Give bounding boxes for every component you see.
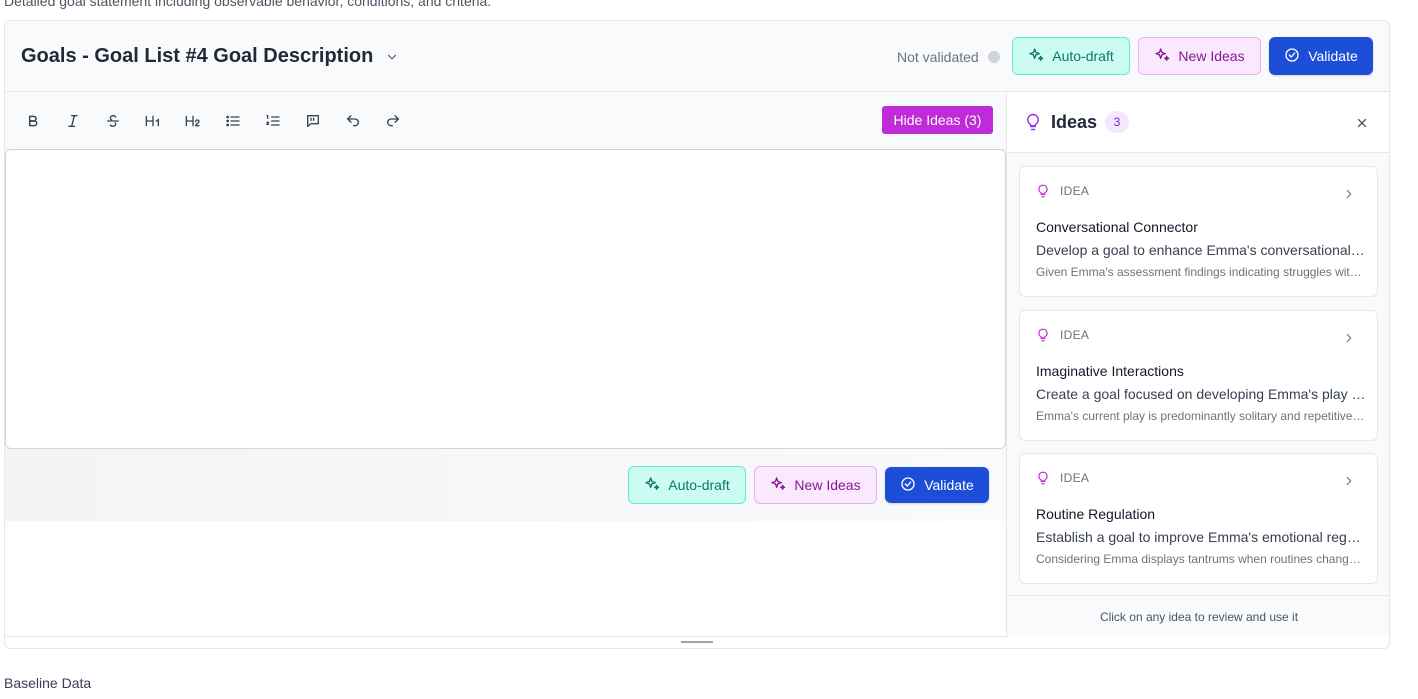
idea-tag: IDEA <box>1060 184 1090 198</box>
check-circle-icon <box>1284 47 1300 66</box>
sparkles-icon <box>1154 47 1170 66</box>
lightbulb-icon <box>1024 112 1042 137</box>
status-dot <box>988 51 1000 63</box>
idea-tag: IDEA <box>1060 471 1090 485</box>
bold-icon[interactable] <box>21 109 45 133</box>
idea-description: Create a goal focused on developing Emma… <box>1036 386 1366 402</box>
undo-icon[interactable] <box>341 109 365 133</box>
lightbulb-icon <box>1036 183 1050 204</box>
resize-handle[interactable] <box>681 641 713 643</box>
new-ideas-label: New Ideas <box>794 477 861 493</box>
goal-description-card: Goals - Goal List #4 Goal Description No… <box>4 20 1390 649</box>
ideas-panel-header: Ideas 3 <box>1007 92 1389 153</box>
auto-draft-label: Auto-draft <box>668 477 730 493</box>
ideas-count-badge: 3 <box>1105 111 1129 133</box>
sparkles-icon <box>770 476 786 495</box>
page-title: Goals - Goal List #4 Goal Description <box>21 45 374 67</box>
footer-new-ideas-button[interactable]: New Ideas <box>754 466 877 504</box>
auto-draft-button[interactable]: Auto-draft <box>1012 37 1130 75</box>
lightbulb-icon <box>1036 470 1050 491</box>
idea-title: Conversational Connector <box>1036 219 1198 235</box>
idea-title: Imaginative Interactions <box>1036 363 1184 379</box>
idea-title: Routine Regulation <box>1036 506 1156 522</box>
auto-draft-label: Auto-draft <box>1052 48 1114 64</box>
ideas-panel: Ideas 3 IDEA Conversational Connector De… <box>1006 92 1389 637</box>
section-label-baseline-data: Baseline Data <box>4 675 92 691</box>
validate-button[interactable]: Validate <box>1269 37 1373 75</box>
comment-icon[interactable] <box>301 109 325 133</box>
heading-2-icon[interactable] <box>181 109 205 133</box>
chevron-right-icon[interactable] <box>1342 331 1356 350</box>
idea-card[interactable]: IDEA Conversational Connector Develop a … <box>1019 166 1378 297</box>
strikethrough-icon[interactable] <box>101 109 125 133</box>
chevron-down-icon[interactable] <box>383 48 401 66</box>
rich-text-editor[interactable] <box>5 149 1006 449</box>
heading-1-icon[interactable] <box>141 109 165 133</box>
footer-validate-button[interactable]: Validate <box>885 467 989 503</box>
numbered-list-icon[interactable] <box>261 109 285 133</box>
sparkles-icon <box>1028 47 1044 66</box>
hide-ideas-button[interactable]: Hide Ideas (3) <box>882 106 993 134</box>
validation-status: Not validated <box>897 49 979 65</box>
field-description: Detailed goal statement including observ… <box>4 0 492 9</box>
new-ideas-label: New Ideas <box>1178 48 1245 64</box>
editor-footer: Auto-draft New Ideas Validate <box>5 449 1006 521</box>
sparkles-icon <box>644 476 660 495</box>
idea-card[interactable]: IDEA Imaginative Interactions Create a g… <box>1019 310 1378 441</box>
divider <box>5 636 1006 637</box>
idea-detail: Emma's current play is predominantly sol… <box>1036 409 1366 423</box>
chevron-right-icon[interactable] <box>1342 187 1356 206</box>
chevron-right-icon[interactable] <box>1342 474 1356 493</box>
lightbulb-icon <box>1036 327 1050 348</box>
bullet-list-icon[interactable] <box>221 109 245 133</box>
card-header: Goals - Goal List #4 Goal Description No… <box>5 21 1389 92</box>
validate-label: Validate <box>1308 48 1358 64</box>
editor-toolbar: Hide Ideas (3) <box>5 92 1006 150</box>
idea-detail: Considering Emma displays tantrums when … <box>1036 552 1366 566</box>
idea-card[interactable]: IDEA Routine Regulation Establish a goal… <box>1019 453 1378 584</box>
idea-description: Develop a goal to enhance Emma's convers… <box>1036 242 1366 258</box>
footer-auto-draft-button[interactable]: Auto-draft <box>628 466 746 504</box>
validate-label: Validate <box>924 477 974 493</box>
redo-icon[interactable] <box>381 109 405 133</box>
ideas-panel-title: Ideas <box>1051 112 1098 132</box>
italic-icon[interactable] <box>61 109 85 133</box>
idea-tag: IDEA <box>1060 328 1090 342</box>
close-icon[interactable] <box>1353 114 1371 132</box>
check-circle-icon <box>900 476 916 495</box>
idea-description: Establish a goal to improve Emma's emoti… <box>1036 529 1366 545</box>
idea-detail: Given Emma's assessment findings indicat… <box>1036 265 1366 279</box>
ideas-panel-footer: Click on any idea to review and use it <box>1007 595 1389 637</box>
new-ideas-button[interactable]: New Ideas <box>1138 37 1261 75</box>
